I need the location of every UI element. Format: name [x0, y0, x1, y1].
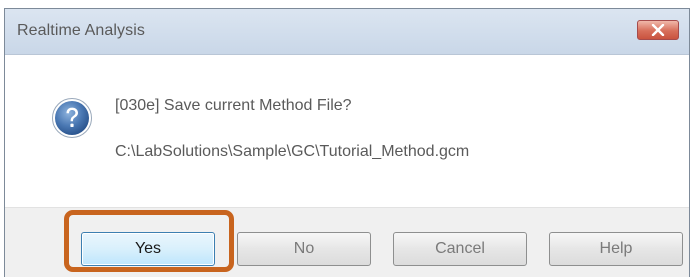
question-icon — [52, 98, 92, 138]
window-title: Realtime Analysis — [17, 22, 145, 39]
cancel-button[interactable]: Cancel — [393, 232, 527, 266]
help-button[interactable]: Help — [549, 232, 683, 266]
button-bar: Yes No Cancel Help — [5, 207, 689, 277]
no-button[interactable]: No — [237, 232, 371, 266]
yes-button[interactable]: Yes — [81, 232, 215, 266]
close-icon — [651, 24, 665, 36]
screenshot-canvas: Realtime Analysis [030e] Save current Me… — [0, 0, 694, 277]
close-button[interactable] — [637, 20, 679, 40]
title-bar[interactable]: Realtime Analysis — [5, 9, 689, 55]
message-area: [030e] Save current Method File? C:\LabS… — [5, 55, 689, 207]
file-path-text: C:\LabSolutions\Sample\GC\Tutorial_Metho… — [115, 143, 470, 160]
message-text: [030e] Save current Method File? — [115, 97, 352, 114]
message-dialog: Realtime Analysis [030e] Save current Me… — [4, 8, 690, 277]
